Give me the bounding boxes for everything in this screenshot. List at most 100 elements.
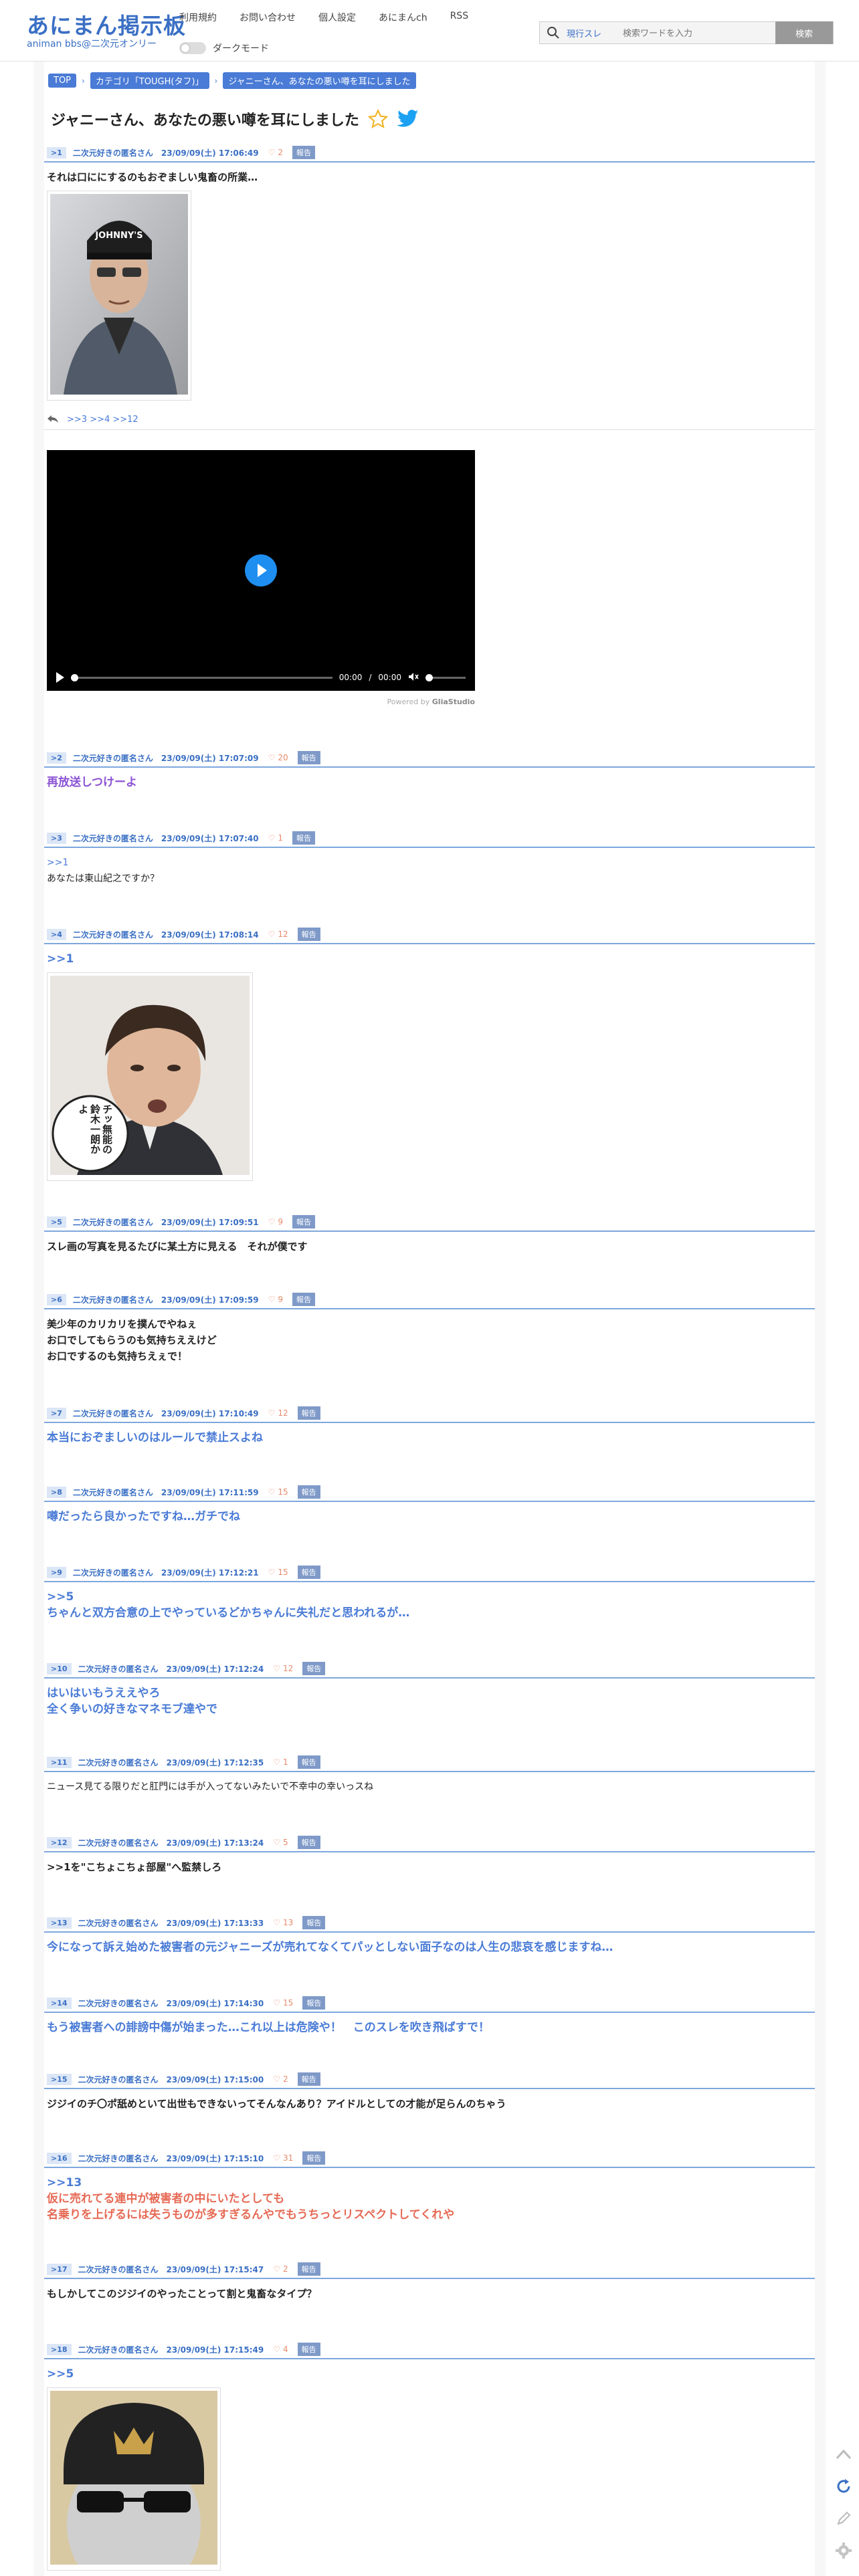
play-icon[interactable]	[245, 554, 277, 586]
like-button[interactable]: ♡ 2	[268, 148, 283, 157]
res-number[interactable]: >1	[47, 146, 66, 158]
post-date: 23/09/09(土) 17:15:49	[166, 2345, 264, 2355]
like-button[interactable]: ♡ 2	[273, 2074, 288, 2084]
like-button[interactable]: ♡ 1	[273, 1757, 288, 1767]
report-button[interactable]: 報告	[297, 1485, 320, 1499]
post-anchor-link[interactable]: >>13	[47, 2175, 815, 2191]
breadcrumb-top[interactable]: TOP	[48, 74, 77, 88]
breadcrumb-thread[interactable]: ジャニーさん、あなたの悪い噂を耳にしました	[223, 72, 416, 89]
res-number[interactable]: >8	[47, 1486, 66, 1498]
res-number[interactable]: >6	[47, 1293, 66, 1305]
powered-brand[interactable]: GliaStudio	[432, 697, 475, 706]
report-button[interactable]: 報告	[297, 2072, 320, 2086]
res-number[interactable]: >16	[47, 2152, 72, 2164]
res-number[interactable]: >18	[47, 2343, 72, 2355]
report-button[interactable]: 報告	[297, 928, 320, 941]
report-button[interactable]: 報告	[297, 1755, 320, 1769]
favorite-star-icon[interactable]	[367, 108, 389, 130]
report-button[interactable]: 報告	[292, 1293, 316, 1306]
search-scope-select[interactable]: 現行スレ	[567, 27, 620, 39]
report-button[interactable]: 報告	[292, 831, 316, 845]
post-header: >11 二次元好きの匿名さん 23/09/09(土) 17:12:35 ♡ 1 報告	[44, 1753, 815, 1772]
res-number[interactable]: >11	[47, 1756, 72, 1768]
report-button[interactable]: 報告	[302, 1916, 326, 1929]
post-anchor-link[interactable]: >>1	[47, 855, 815, 871]
like-button[interactable]: ♡ 12	[268, 1408, 288, 1418]
post-image[interactable]	[47, 2387, 221, 2576]
report-button[interactable]: 報告	[302, 1662, 326, 1675]
report-button[interactable]: 報告	[292, 1215, 316, 1228]
site-logo[interactable]: あにまん掲示板 animan bbs@二次元オンリー	[27, 13, 186, 50]
post-anchor-link[interactable]: >>5	[47, 1589, 815, 1605]
search-icon[interactable]	[540, 22, 567, 43]
heart-icon: ♡	[268, 753, 276, 762]
res-number[interactable]: >2	[47, 752, 66, 764]
like-button[interactable]: ♡ 5	[273, 1838, 288, 1847]
volume-icon[interactable]	[408, 672, 419, 683]
res-number[interactable]: >17	[47, 2263, 72, 2275]
res-number[interactable]: >10	[47, 1662, 72, 1675]
post-10: >10 二次元好きの匿名さん 23/09/09(土) 17:12:24 ♡ 12 報告 はい…	[44, 1660, 815, 1717]
search-button[interactable]: 検索	[775, 21, 833, 44]
top-nav: 利用規約 お問い合わせ 個人設定 あにまんch RSS	[179, 11, 468, 24]
res-number[interactable]: >12	[47, 1836, 72, 1848]
edit-icon[interactable]	[832, 2505, 855, 2532]
svg-text:JOHNNY'S: JOHNNY'S	[94, 231, 142, 241]
heart-icon: ♡	[273, 2264, 281, 2274]
res-number[interactable]: >5	[47, 1216, 66, 1228]
like-button[interactable]: ♡ 12	[273, 1664, 293, 1673]
video-player[interactable]: 00:00 / 00:00	[47, 450, 475, 691]
report-button[interactable]: 報告	[297, 2262, 320, 2276]
report-button[interactable]: 報告	[297, 1836, 320, 1849]
nav-terms[interactable]: 利用規約	[179, 11, 217, 24]
report-button[interactable]: 報告	[297, 751, 320, 764]
video-progress-bar[interactable]	[71, 673, 332, 681]
res-number[interactable]: >14	[47, 1997, 72, 2009]
post-image[interactable]: チッ無能の鈴木一朗かよ	[47, 972, 253, 1181]
nav-rss[interactable]: RSS	[450, 11, 469, 24]
post-anchor-link[interactable]: >>1	[47, 951, 815, 967]
post-anchor-link[interactable]: >>5	[47, 2366, 815, 2382]
reload-icon[interactable]	[832, 2473, 855, 2500]
report-button[interactable]: 報告	[302, 1996, 326, 2010]
res-number[interactable]: >3	[47, 832, 66, 844]
res-number[interactable]: >7	[47, 1407, 66, 1419]
report-button[interactable]: 報告	[297, 2343, 320, 2356]
report-button[interactable]: 報告	[297, 1406, 320, 1420]
like-button[interactable]: ♡ 15	[268, 1487, 288, 1497]
res-number[interactable]: >4	[47, 928, 66, 940]
nav-animanch[interactable]: あにまんch	[379, 11, 427, 24]
dark-mode-toggle[interactable]	[179, 42, 206, 54]
like-button[interactable]: ♡ 9	[268, 1217, 283, 1226]
report-button[interactable]: 報告	[292, 146, 316, 159]
scroll-top-icon[interactable]	[832, 2441, 855, 2468]
res-number[interactable]: >15	[47, 2073, 72, 2085]
nav-settings[interactable]: 個人設定	[318, 11, 356, 24]
like-button[interactable]: ♡ 12	[268, 930, 288, 939]
twitter-share-icon[interactable]	[397, 110, 419, 128]
reply-links[interactable]: >>3 >>4 >>12	[67, 415, 138, 425]
breadcrumb-category[interactable]: カテゴリ「TOUGH(タフ)」	[90, 72, 209, 89]
report-button[interactable]: 報告	[297, 1566, 320, 1579]
search-input[interactable]	[620, 23, 775, 42]
like-button[interactable]: ♡ 13	[273, 1918, 293, 1927]
post-image[interactable]: JOHNNY'S	[47, 191, 191, 401]
volume-slider[interactable]	[425, 673, 466, 681]
gear-icon[interactable]	[832, 2537, 855, 2564]
like-button[interactable]: ♡ 20	[268, 753, 288, 762]
post-body: >>5 ちゃんと双方合意の上でやっているどかちゃんに失礼だと思われるが…	[44, 1582, 815, 1621]
like-button[interactable]: ♡ 9	[268, 1295, 283, 1304]
nav-contact[interactable]: お問い合わせ	[240, 11, 296, 24]
res-number[interactable]: >13	[47, 1917, 72, 1929]
report-button[interactable]: 報告	[302, 2151, 326, 2165]
like-button[interactable]: ♡ 4	[273, 2345, 288, 2354]
like-button[interactable]: ♡ 15	[268, 1568, 288, 1577]
like-button[interactable]: ♡ 2	[273, 2264, 288, 2274]
post-body: はいはいもうええやろ 全く争いの好きなマネモブ達やで	[44, 1679, 815, 1717]
video-play-button[interactable]	[56, 672, 64, 683]
like-button[interactable]: ♡ 31	[273, 2153, 293, 2163]
like-button[interactable]: ♡ 1	[268, 833, 283, 843]
poster-name: 二次元好きの匿名さん	[72, 753, 153, 763]
res-number[interactable]: >9	[47, 1566, 66, 1578]
like-button[interactable]: ♡ 15	[273, 1998, 293, 2008]
